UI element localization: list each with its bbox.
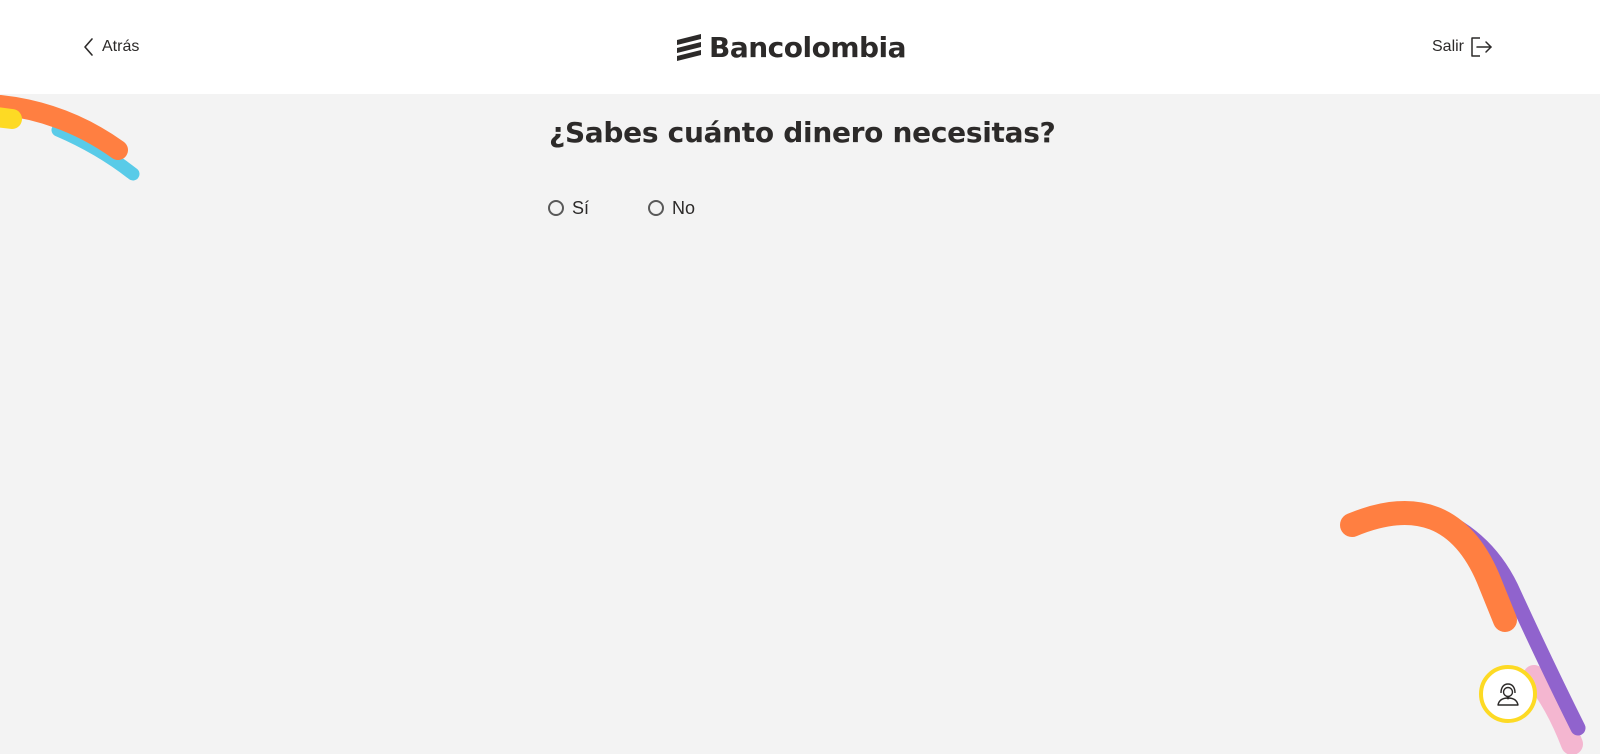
question-title: ¿Sabes cuánto dinero necesitas?	[549, 116, 1056, 149]
logout-icon	[1471, 37, 1492, 57]
radio-button-si[interactable]	[548, 200, 564, 216]
help-chat-button[interactable]	[1479, 665, 1537, 723]
back-button[interactable]: Atrás	[82, 34, 139, 60]
exit-label: Salir	[1432, 38, 1465, 55]
decorative-curves	[0, 95, 1586, 754]
back-label: Atrás	[102, 38, 140, 55]
top-header: Atrás Bancolombia Salir	[0, 0, 1600, 94]
brand-name: Bancolombia	[709, 30, 907, 64]
radio-option-si[interactable]: Sí	[548, 196, 589, 220]
radio-label-si: Sí	[572, 197, 590, 218]
radio-label-no: No	[672, 197, 696, 218]
exit-button[interactable]: Salir	[1432, 34, 1494, 60]
chevron-left-icon	[84, 38, 93, 56]
radio-option-no[interactable]: No	[648, 196, 695, 220]
top-left-blue-curve	[51, 123, 140, 181]
top-left-yellow-curve	[0, 107, 22, 129]
bottom-right-orange-curve	[1340, 501, 1517, 632]
bottom-right-pink-curve	[1523, 665, 1583, 754]
radio-button-no[interactable]	[648, 200, 664, 216]
bancolombia-logo-icon	[677, 34, 701, 61]
brand-logo: Bancolombia	[675, 29, 907, 65]
top-left-orange-curve	[0, 95, 128, 160]
support-agent-icon	[1497, 683, 1519, 706]
